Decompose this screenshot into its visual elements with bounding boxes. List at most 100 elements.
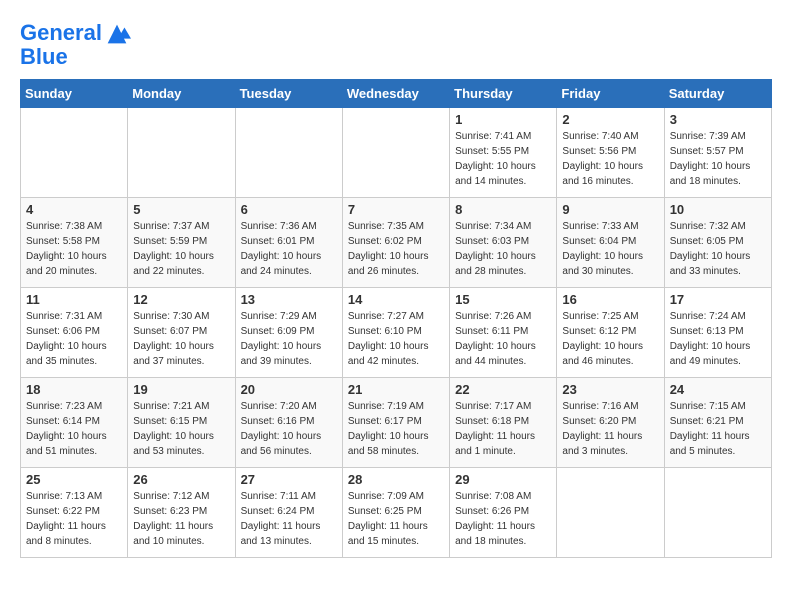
day-info: Sunrise: 7:36 AM Sunset: 6:01 PM Dayligh…: [241, 219, 337, 279]
calendar-cell: 27 Sunrise: 7:11 AM Sunset: 6:24 PM Dayli…: [235, 468, 342, 558]
calendar-cell: 8 Sunrise: 7:34 AM Sunset: 6:03 PM Daylig…: [450, 198, 557, 288]
calendar-cell: [557, 468, 664, 558]
calendar-cell: 18 Sunrise: 7:23 AM Sunset: 6:14 PM Dayli…: [21, 378, 128, 468]
day-info: Sunrise: 7:13 AM Sunset: 6:22 PM Dayligh…: [26, 489, 122, 549]
day-number: 16: [562, 292, 658, 307]
day-number: 12: [133, 292, 229, 307]
calendar-cell: 4 Sunrise: 7:38 AM Sunset: 5:58 PM Daylig…: [21, 198, 128, 288]
day-number: 4: [26, 202, 122, 217]
calendar-cell: 12 Sunrise: 7:30 AM Sunset: 6:07 PM Dayli…: [128, 288, 235, 378]
day-info: Sunrise: 7:30 AM Sunset: 6:07 PM Dayligh…: [133, 309, 229, 369]
calendar-cell: 6 Sunrise: 7:36 AM Sunset: 6:01 PM Daylig…: [235, 198, 342, 288]
day-number: 1: [455, 112, 551, 127]
day-number: 21: [348, 382, 444, 397]
column-header-friday: Friday: [557, 80, 664, 108]
column-header-thursday: Thursday: [450, 80, 557, 108]
day-info: Sunrise: 7:29 AM Sunset: 6:09 PM Dayligh…: [241, 309, 337, 369]
calendar-cell: 7 Sunrise: 7:35 AM Sunset: 6:02 PM Daylig…: [342, 198, 449, 288]
day-info: Sunrise: 7:19 AM Sunset: 6:17 PM Dayligh…: [348, 399, 444, 459]
page-header: General Blue: [20, 20, 772, 69]
calendar-cell: 20 Sunrise: 7:20 AM Sunset: 6:16 PM Dayli…: [235, 378, 342, 468]
logo: General Blue: [20, 20, 132, 69]
calendar-cell: 14 Sunrise: 7:27 AM Sunset: 6:10 PM Dayli…: [342, 288, 449, 378]
calendar-cell: [664, 468, 771, 558]
day-info: Sunrise: 7:24 AM Sunset: 6:13 PM Dayligh…: [670, 309, 766, 369]
day-number: 27: [241, 472, 337, 487]
day-number: 14: [348, 292, 444, 307]
day-number: 22: [455, 382, 551, 397]
calendar-cell: 16 Sunrise: 7:25 AM Sunset: 6:12 PM Dayli…: [557, 288, 664, 378]
column-header-wednesday: Wednesday: [342, 80, 449, 108]
day-number: 26: [133, 472, 229, 487]
calendar-cell: 21 Sunrise: 7:19 AM Sunset: 6:17 PM Dayli…: [342, 378, 449, 468]
calendar-cell: 26 Sunrise: 7:12 AM Sunset: 6:23 PM Dayli…: [128, 468, 235, 558]
day-info: Sunrise: 7:32 AM Sunset: 6:05 PM Dayligh…: [670, 219, 766, 279]
day-number: 3: [670, 112, 766, 127]
calendar-cell: 15Sunrise: 7:26 AM Sunset: 6:11 PM Dayli…: [450, 288, 557, 378]
calendar-cell: [128, 108, 235, 198]
day-info: Sunrise: 7:25 AM Sunset: 6:12 PM Dayligh…: [562, 309, 658, 369]
day-info: Sunrise: 7:38 AM Sunset: 5:58 PM Dayligh…: [26, 219, 122, 279]
calendar-cell: 2 Sunrise: 7:40 AM Sunset: 5:56 PM Daylig…: [557, 108, 664, 198]
day-number: 11: [26, 292, 122, 307]
calendar-cell: 29 Sunrise: 7:08 AM Sunset: 6:26 PM Dayli…: [450, 468, 557, 558]
day-info: Sunrise: 7:39 AM Sunset: 5:57 PM Dayligh…: [670, 129, 766, 189]
day-info: Sunrise: 7:09 AM Sunset: 6:25 PM Dayligh…: [348, 489, 444, 549]
day-number: 10: [670, 202, 766, 217]
day-info: Sunrise: 7:41 AM Sunset: 5:55 PM Dayligh…: [455, 129, 551, 189]
day-number: 8: [455, 202, 551, 217]
day-info: Sunrise: 7:11 AM Sunset: 6:24 PM Dayligh…: [241, 489, 337, 549]
day-number: 6: [241, 202, 337, 217]
calendar-table: SundayMondayTuesdayWednesdayThursdayFrid…: [20, 79, 772, 558]
day-info: Sunrise: 7:08 AM Sunset: 6:26 PM Dayligh…: [455, 489, 551, 549]
calendar-cell: [342, 108, 449, 198]
day-info: Sunrise: 7:20 AM Sunset: 6:16 PM Dayligh…: [241, 399, 337, 459]
calendar-cell: 22 Sunrise: 7:17 AM Sunset: 6:18 PM Dayli…: [450, 378, 557, 468]
calendar-cell: 13 Sunrise: 7:29 AM Sunset: 6:09 PM Dayli…: [235, 288, 342, 378]
day-number: 9: [562, 202, 658, 217]
day-number: 24: [670, 382, 766, 397]
day-info: Sunrise: 7:40 AM Sunset: 5:56 PM Dayligh…: [562, 129, 658, 189]
column-header-monday: Monday: [128, 80, 235, 108]
day-info: Sunrise: 7:35 AM Sunset: 6:02 PM Dayligh…: [348, 219, 444, 279]
calendar-cell: [21, 108, 128, 198]
day-info: Sunrise: 7:31 AM Sunset: 6:06 PM Dayligh…: [26, 309, 122, 369]
day-number: 29: [455, 472, 551, 487]
day-number: 15: [455, 292, 551, 307]
day-number: 13: [241, 292, 337, 307]
calendar-cell: 25 Sunrise: 7:13 AM Sunset: 6:22 PM Dayli…: [21, 468, 128, 558]
day-number: 2: [562, 112, 658, 127]
day-info: Sunrise: 7:34 AM Sunset: 6:03 PM Dayligh…: [455, 219, 551, 279]
day-number: 25: [26, 472, 122, 487]
day-info: Sunrise: 7:33 AM Sunset: 6:04 PM Dayligh…: [562, 219, 658, 279]
day-info: Sunrise: 7:27 AM Sunset: 6:10 PM Dayligh…: [348, 309, 444, 369]
day-info: Sunrise: 7:37 AM Sunset: 5:59 PM Dayligh…: [133, 219, 229, 279]
day-number: 19: [133, 382, 229, 397]
calendar-cell: 23 Sunrise: 7:16 AM Sunset: 6:20 PM Dayli…: [557, 378, 664, 468]
calendar-cell: 28 Sunrise: 7:09 AM Sunset: 6:25 PM Dayli…: [342, 468, 449, 558]
calendar-cell: 11 Sunrise: 7:31 AM Sunset: 6:06 PM Dayli…: [21, 288, 128, 378]
calendar-cell: 19 Sunrise: 7:21 AM Sunset: 6:15 PM Dayli…: [128, 378, 235, 468]
day-info: Sunrise: 7:16 AM Sunset: 6:20 PM Dayligh…: [562, 399, 658, 459]
column-header-saturday: Saturday: [664, 80, 771, 108]
day-info: Sunrise: 7:12 AM Sunset: 6:23 PM Dayligh…: [133, 489, 229, 549]
calendar-cell: 10 Sunrise: 7:32 AM Sunset: 6:05 PM Dayli…: [664, 198, 771, 288]
column-header-tuesday: Tuesday: [235, 80, 342, 108]
day-number: 23: [562, 382, 658, 397]
day-number: 5: [133, 202, 229, 217]
day-number: 20: [241, 382, 337, 397]
calendar-cell: 1 Sunrise: 7:41 AM Sunset: 5:55 PM Daylig…: [450, 108, 557, 198]
day-info: Sunrise: 7:23 AM Sunset: 6:14 PM Dayligh…: [26, 399, 122, 459]
day-number: 7: [348, 202, 444, 217]
calendar-cell: [235, 108, 342, 198]
day-number: 18: [26, 382, 122, 397]
day-number: 17: [670, 292, 766, 307]
day-info: Sunrise: 7:17 AM Sunset: 6:18 PM Dayligh…: [455, 399, 551, 459]
calendar-cell: 3 Sunrise: 7:39 AM Sunset: 5:57 PM Daylig…: [664, 108, 771, 198]
calendar-cell: 9 Sunrise: 7:33 AM Sunset: 6:04 PM Daylig…: [557, 198, 664, 288]
day-info: Sunrise: 7:21 AM Sunset: 6:15 PM Dayligh…: [133, 399, 229, 459]
calendar-cell: 5 Sunrise: 7:37 AM Sunset: 5:59 PM Daylig…: [128, 198, 235, 288]
day-info: Sunrise: 7:15 AM Sunset: 6:21 PM Dayligh…: [670, 399, 766, 459]
day-number: 28: [348, 472, 444, 487]
calendar-cell: 24 Sunrise: 7:15 AM Sunset: 6:21 PM Dayli…: [664, 378, 771, 468]
